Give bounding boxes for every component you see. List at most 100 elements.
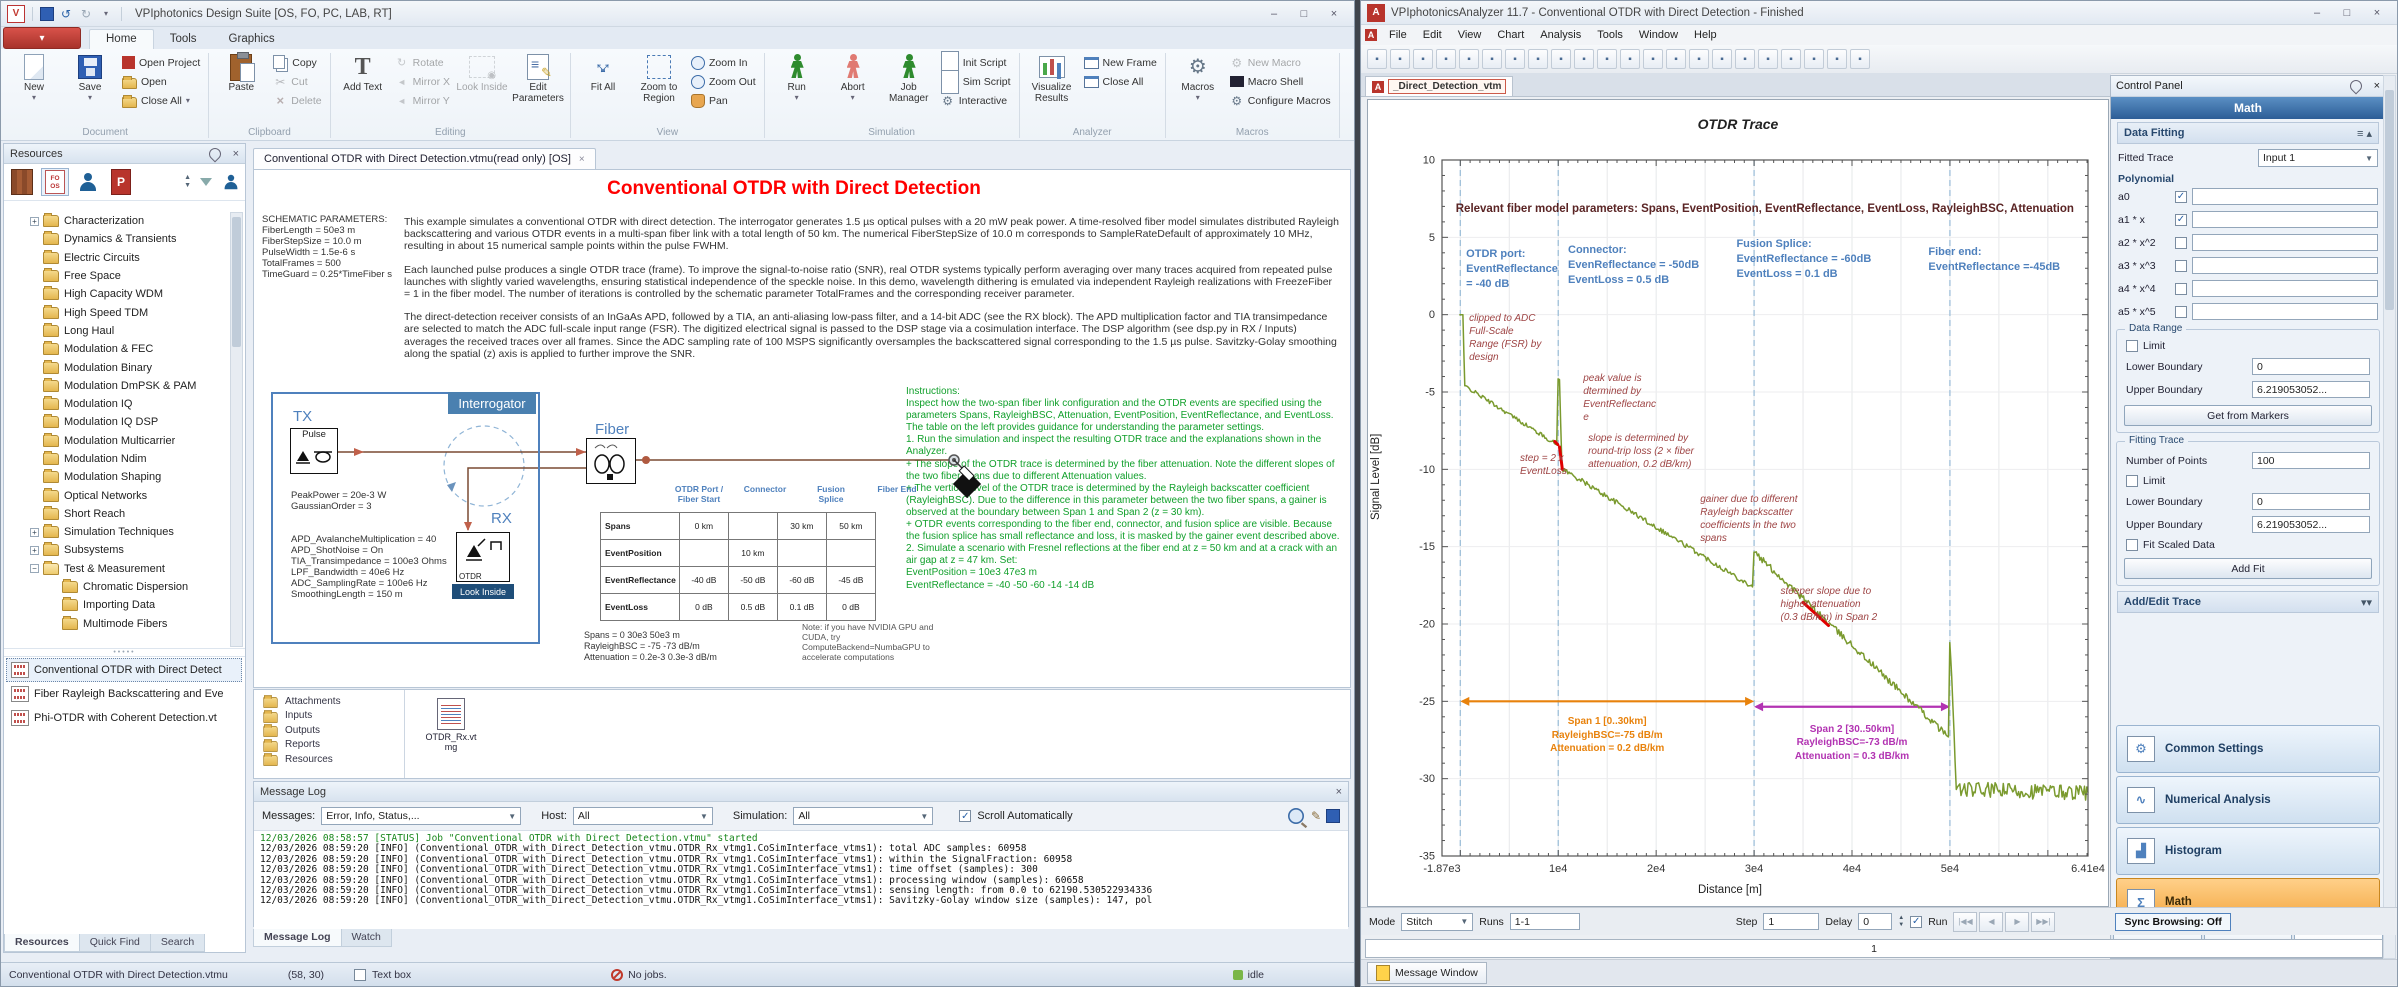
menu-item[interactable]: File [1381,27,1415,43]
panel-tab[interactable]: Message Log [253,929,342,947]
tree-item[interactable]: Importing Data [4,596,230,614]
coefficient-checkbox[interactable] [2175,214,2187,226]
ribbon-button-small[interactable]: Mirror Y [391,91,454,110]
grid-icon[interactable]: ▪ [1712,49,1732,69]
close-control-panel-button[interactable]: × [2374,80,2380,92]
schematic-canvas[interactable]: Conventional OTDR with Direct Detection … [253,169,1351,688]
fiber-block[interactable] [586,438,636,484]
save-all-icon[interactable]: ▪ [1436,49,1456,69]
panel-tab[interactable]: Resources [4,934,80,952]
sort-icons[interactable]: ▲▼ [184,174,191,190]
coefficient-value-field[interactable] [2192,280,2378,297]
user-library-icon[interactable] [74,168,102,196]
delay-spinner[interactable]: ▲▼ [1898,915,1904,929]
nav-button[interactable]: ▟ Histogram [2116,827,2380,875]
coefficient-value-field[interactable] [2192,303,2378,320]
ribbon-button-small[interactable]: Open Project [118,53,204,72]
ribbon-button-small[interactable]: Zoom In [687,53,760,72]
simulation-filter-select[interactable]: All▼ [793,807,933,825]
first-frame-button[interactable]: |◀◀ [1953,912,1977,932]
demo-file-item[interactable]: Fiber Rayleigh Backscattering and Eve [6,682,242,706]
project-library-icon[interactable]: P [107,168,135,196]
coefficient-checkbox[interactable] [2175,191,2187,203]
tree-expander[interactable]: + [30,217,39,226]
coefficient-checkbox[interactable] [2175,306,2187,318]
coefficient-value-field[interactable] [2192,234,2378,251]
control-panel-scrollbar[interactable] [2383,75,2396,959]
data-range-limit-checkbox[interactable] [2126,340,2138,352]
ribbon-button[interactable]: Add Text [335,51,391,95]
coefficient-checkbox[interactable] [2175,283,2187,295]
tree-item[interactable]: Modulation IQ DSP [4,413,230,431]
panel-tab[interactable]: Quick Find [79,934,151,952]
fit-scaled-data-checkbox[interactable] [2126,539,2138,551]
attachments-item[interactable]: Inputs [254,709,404,724]
undo-icon[interactable]: ↺ [58,6,74,22]
coefficient-value-field[interactable] [2192,257,2378,274]
ribbon-button-small[interactable]: Zoom Out [687,72,760,91]
ribbon-button-small[interactable]: Mirror X [391,72,454,91]
panel-tab[interactable]: Watch [341,929,392,947]
ribbon-button[interactable]: Look Inside [454,51,510,95]
demos-library-icon[interactable]: FOOS [41,168,69,196]
application-menu-button[interactable]: ▾ [3,27,81,49]
panel-tab[interactable]: Search [150,934,205,952]
sync-icon[interactable]: ▪ [1804,49,1824,69]
ribbon-button-small[interactable]: Sim Script [937,72,1015,91]
maximize-button[interactable]: □ [2333,3,2361,23]
ribbon-button[interactable]: Save ▾ [62,51,118,104]
fitting-limit-checkbox[interactable] [2126,475,2138,487]
tree-item[interactable]: Modulation IQ [4,395,230,413]
redo-icon[interactable]: ↻ [78,6,94,22]
coefficient-value-field[interactable] [2192,188,2378,205]
tree-item[interactable]: Modulation Ndim [4,450,230,468]
menu-item[interactable]: Analysis [1532,27,1589,43]
tree-item[interactable]: Modulation & FEC [4,340,230,358]
clear-log-icon[interactable]: ✎ [1311,809,1321,823]
menu-item[interactable]: Tools [1589,27,1631,43]
fitted-trace-select[interactable]: Input 1▼ [2258,149,2378,167]
next-frame-button[interactable]: ▶ [2005,912,2029,932]
attachments-item[interactable]: Outputs [254,723,404,738]
sync-browsing-toggle[interactable]: Sync Browsing: Off [2115,913,2230,931]
export-icon[interactable]: ▪ [1505,49,1525,69]
number-of-points-field[interactable]: 100 [2252,452,2370,469]
prev-frame-button[interactable]: ◀ [1979,912,2003,932]
copy-icon[interactable]: ▪ [1482,49,1502,69]
ribbon-tab[interactable]: Graphics [213,30,291,49]
run-checkbox[interactable] [1910,916,1922,928]
tree-item[interactable]: High Capacity WDM [4,285,230,303]
look-inside-tag[interactable]: Look Inside [452,584,514,599]
ribbon-button-small[interactable]: New Macro [1226,53,1335,72]
tree-item[interactable]: Modulation Multicarrier [4,432,230,450]
ribbon-button[interactable]: New ▾ [6,51,62,104]
tree-item[interactable]: − Test & Measurement [4,560,230,578]
attachments-item[interactable]: Attachments [254,694,404,709]
get-from-markers-button[interactable]: Get from Markers [2124,405,2372,426]
splitter[interactable]: ••••• [4,648,245,657]
host-filter-select[interactable]: All▼ [573,807,713,825]
menu-item[interactable]: Chart [1489,27,1532,43]
cursor-icon[interactable]: ▪ [1666,49,1686,69]
legend-icon[interactable]: ▪ [1735,49,1755,69]
filter-icon[interactable] [200,178,212,186]
last-frame-button[interactable]: ▶▶| [2031,912,2055,932]
add-fit-button[interactable]: Add Fit [2124,558,2372,579]
zoom-out-icon[interactable]: ▪ [1597,49,1617,69]
ribbon-button[interactable]: Macros ▾ [1170,51,1226,104]
ribbon-button-small[interactable]: Open [118,72,204,91]
nav-button[interactable]: ⚙ Common Settings [2116,725,2380,773]
pulse-block[interactable]: Pulse [290,428,338,474]
help-icon[interactable]: ▪ [1850,49,1870,69]
ribbon-button[interactable]: Edit Parameters [510,51,566,106]
mode-select[interactable]: Stitch▼ [1401,913,1473,931]
tree-expander[interactable]: + [30,528,39,537]
print-icon[interactable]: ▪ [1459,49,1479,69]
ribbon-button[interactable]: Zoom to Region [631,51,687,106]
step-field[interactable]: 1 [1763,913,1819,930]
scroll-automatically-checkbox[interactable] [959,810,971,822]
zoom-region-icon[interactable]: ▪ [1643,49,1663,69]
tree-item[interactable]: Long Haul [4,322,230,340]
ribbon-button[interactable]: Visualize Results [1024,51,1080,106]
ribbon-button[interactable]: Abort ▾ [825,51,881,104]
